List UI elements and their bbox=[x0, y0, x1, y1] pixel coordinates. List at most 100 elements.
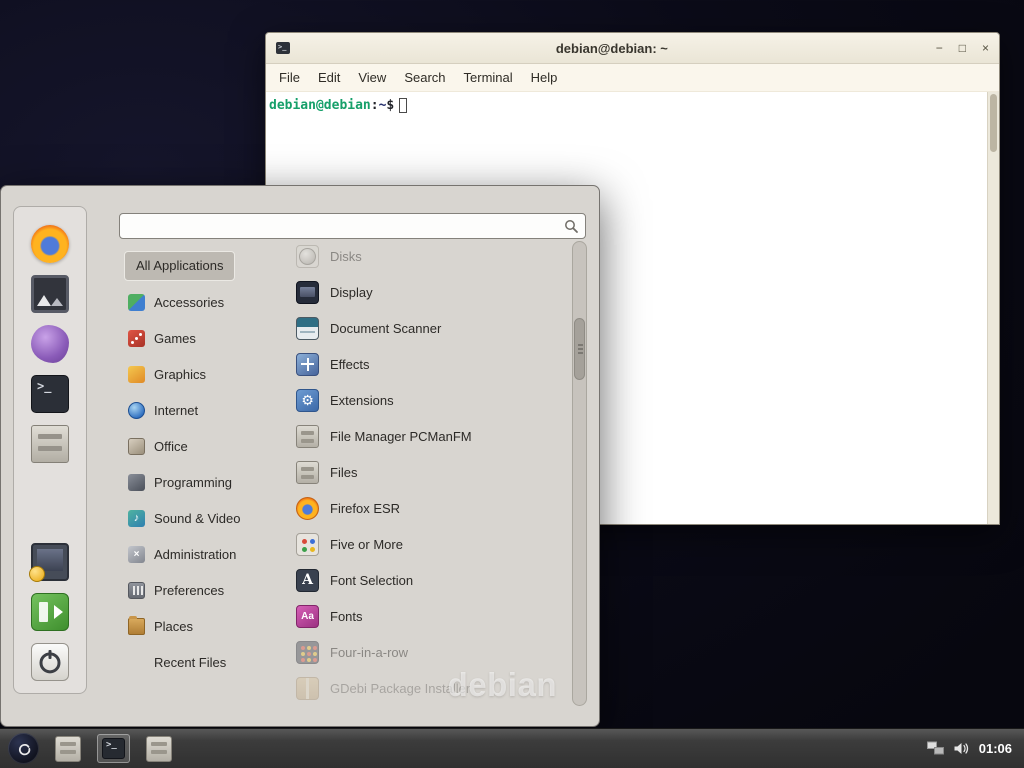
category-label: Graphics bbox=[154, 367, 206, 382]
category-label: Internet bbox=[154, 403, 198, 418]
category-games[interactable]: Games bbox=[121, 320, 289, 356]
category-preferences[interactable]: Preferences bbox=[121, 572, 289, 608]
category-all-applications[interactable]: All Applications bbox=[121, 248, 289, 284]
clock[interactable]: 01:06 bbox=[979, 741, 1012, 756]
menu-search-input[interactable] bbox=[126, 214, 564, 238]
minimize-button[interactable]: − bbox=[936, 42, 943, 54]
debian-swirl-icon bbox=[14, 739, 34, 759]
app-item-fonts[interactable]: Fonts bbox=[290, 598, 570, 634]
app-item-disks[interactable]: Disks bbox=[290, 238, 570, 274]
shutdown-icon[interactable] bbox=[31, 643, 69, 681]
app-item-four-in-a-row[interactable]: Four-in-a-row bbox=[290, 634, 570, 670]
firefox-icon[interactable] bbox=[31, 225, 69, 263]
app-item-five-or-more[interactable]: Five or More bbox=[290, 526, 570, 562]
category-label: Programming bbox=[154, 475, 232, 490]
app-item-document-scanner[interactable]: Document Scanner bbox=[290, 310, 570, 346]
files-taskbar-button[interactable] bbox=[146, 736, 172, 762]
category-programming[interactable]: Programming bbox=[121, 464, 289, 500]
app-label: Display bbox=[330, 285, 373, 300]
category-list: All Applications Accessories Games Graph… bbox=[121, 248, 289, 680]
pidgin-icon[interactable] bbox=[31, 325, 69, 363]
terminal-cursor bbox=[399, 98, 407, 113]
prompt-dollar: $ bbox=[386, 98, 394, 113]
menu-edit[interactable]: Edit bbox=[309, 65, 349, 90]
app-item-font-selection[interactable]: Font Selection bbox=[290, 562, 570, 598]
terminal-icon bbox=[102, 738, 125, 759]
application-menu: All Applications Accessories Games Graph… bbox=[0, 185, 600, 727]
search-icon bbox=[564, 219, 579, 234]
games-icon bbox=[128, 330, 145, 347]
gdebi-icon bbox=[296, 677, 319, 700]
terminal-title: debian@debian: ~ bbox=[296, 41, 928, 56]
app-label: Effects bbox=[330, 357, 370, 372]
window-controls: − □ × bbox=[936, 42, 989, 54]
app-item-firefox-esr[interactable]: Firefox ESR bbox=[290, 490, 570, 526]
office-icon bbox=[128, 438, 145, 455]
menu-button[interactable] bbox=[8, 733, 39, 764]
prompt-user-host: debian@debian bbox=[269, 98, 371, 113]
terminal-icon[interactable] bbox=[31, 375, 69, 413]
logout-icon[interactable] bbox=[31, 593, 69, 631]
terminal-scrollbar-thumb[interactable] bbox=[990, 94, 997, 152]
app-item-files[interactable]: Files bbox=[290, 454, 570, 490]
terminal-menubar: File Edit View Search Terminal Help bbox=[266, 64, 999, 92]
terminal-titlebar[interactable]: debian@debian: ~ − □ × bbox=[266, 33, 999, 64]
app-label: Font Selection bbox=[330, 573, 413, 588]
app-label: File Manager PCManFM bbox=[330, 429, 472, 444]
app-label: Four-in-a-row bbox=[330, 645, 408, 660]
four-in-a-row-icon bbox=[296, 641, 319, 664]
close-button[interactable]: × bbox=[982, 42, 989, 54]
category-administration[interactable]: Administration bbox=[121, 536, 289, 572]
image-viewer-icon[interactable] bbox=[31, 275, 69, 313]
menu-search-box[interactable] bbox=[119, 213, 586, 239]
app-label: Fonts bbox=[330, 609, 363, 624]
prompt-colon: : bbox=[371, 98, 379, 113]
disks-icon bbox=[296, 245, 319, 268]
app-item-extensions[interactable]: Extensions bbox=[290, 382, 570, 418]
menu-help[interactable]: Help bbox=[522, 65, 567, 90]
lock-screen-icon[interactable] bbox=[31, 543, 69, 581]
menu-search[interactable]: Search bbox=[395, 65, 454, 90]
app-label: Extensions bbox=[330, 393, 394, 408]
terminal-prompt-line: debian@debian:~$ bbox=[269, 98, 983, 113]
firefox-icon bbox=[296, 497, 319, 520]
preferences-icon bbox=[128, 582, 145, 599]
menu-scrollbar-thumb[interactable] bbox=[574, 318, 585, 380]
maximize-button[interactable]: □ bbox=[959, 42, 966, 54]
category-internet[interactable]: Internet bbox=[121, 392, 289, 428]
five-or-more-icon bbox=[296, 533, 319, 556]
category-label: All Applications bbox=[136, 258, 223, 273]
terminal-window-icon bbox=[276, 42, 290, 54]
category-places[interactable]: Places bbox=[121, 608, 289, 644]
taskbar: 01:06 bbox=[0, 728, 1024, 768]
extensions-icon bbox=[296, 389, 319, 412]
fonts-icon bbox=[296, 605, 319, 628]
category-recent-files[interactable]: Recent Files bbox=[121, 644, 289, 680]
network-icon[interactable] bbox=[927, 741, 944, 756]
app-label: Disks bbox=[330, 249, 362, 264]
category-sound-video[interactable]: Sound & Video bbox=[121, 500, 289, 536]
debian-watermark: debian bbox=[448, 666, 557, 704]
volume-icon[interactable] bbox=[953, 741, 970, 756]
category-accessories[interactable]: Accessories bbox=[121, 284, 289, 320]
category-label: Recent Files bbox=[154, 655, 226, 670]
menu-terminal[interactable]: Terminal bbox=[455, 65, 522, 90]
app-item-display[interactable]: Display bbox=[290, 274, 570, 310]
category-graphics[interactable]: Graphics bbox=[121, 356, 289, 392]
menu-view[interactable]: View bbox=[349, 65, 395, 90]
file-manager-taskbar-button[interactable] bbox=[55, 736, 81, 762]
category-label: Places bbox=[154, 619, 193, 634]
terminal-scrollbar[interactable] bbox=[987, 92, 999, 524]
menu-scrollbar[interactable] bbox=[572, 241, 587, 706]
category-office[interactable]: Office bbox=[121, 428, 289, 464]
file-cabinet-icon[interactable] bbox=[31, 425, 69, 463]
menu-file[interactable]: File bbox=[270, 65, 309, 90]
app-item-file-manager-pcmanfm[interactable]: File Manager PCManFM bbox=[290, 418, 570, 454]
app-label: Firefox ESR bbox=[330, 501, 400, 516]
system-tray: 01:06 bbox=[927, 741, 1016, 756]
effects-icon bbox=[296, 353, 319, 376]
terminal-taskbar-button[interactable] bbox=[97, 734, 130, 763]
category-label: Office bbox=[154, 439, 188, 454]
display-icon bbox=[296, 281, 319, 304]
app-item-effects[interactable]: Effects bbox=[290, 346, 570, 382]
